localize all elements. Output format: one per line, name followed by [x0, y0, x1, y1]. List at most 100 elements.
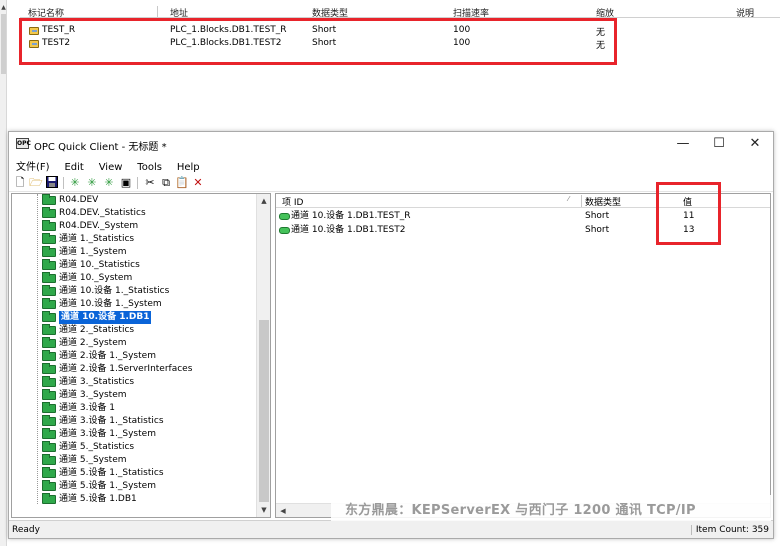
new-group-icon[interactable]: ✳	[85, 176, 99, 190]
folder-icon	[42, 246, 56, 257]
tag-list-scrollbar[interactable]: ▲	[0, 0, 7, 546]
watermark-caption: 东方鼎晨：KEPServerEX 与西门子 1200 通讯 TCP/IP	[331, 495, 771, 521]
tree-item-label: 通道 1._Statistics	[59, 234, 135, 244]
highlight-box-values	[656, 182, 721, 245]
scroll-thumb[interactable]	[259, 320, 269, 502]
folder-icon	[42, 194, 56, 205]
properties-icon[interactable]: ▣	[119, 176, 133, 190]
menu-edit[interactable]: Edit	[64, 162, 83, 173]
folder-icon	[42, 272, 56, 283]
new-item-icon[interactable]: ✳	[102, 176, 116, 190]
minimize-button[interactable]: —	[665, 134, 701, 154]
save-icon[interactable]	[45, 176, 59, 190]
tree-item-label: 通道 10.设备 1._Statistics	[59, 286, 170, 296]
cut-icon[interactable]: ✂	[143, 176, 157, 190]
tree-item-label: 通道 5.设备 1._System	[59, 481, 156, 491]
tree-vertical-scrollbar[interactable]: ▲ ▼	[256, 194, 270, 517]
folder-icon	[42, 298, 56, 309]
toolbar-separator	[63, 177, 64, 189]
scroll-up-arrow-icon[interactable]: ▲	[257, 194, 270, 208]
folder-icon	[42, 207, 56, 218]
item-count: Item Count: 359	[690, 525, 769, 535]
tree-item-label: 通道 3._System	[59, 390, 127, 400]
tree-item-label: 通道 2._Statistics	[59, 325, 135, 335]
folder-icon	[42, 259, 56, 270]
column-header-data-type[interactable]: 数据类型	[585, 195, 621, 208]
scroll-left-arrow-icon[interactable]: ◀	[276, 504, 290, 517]
folder-icon	[42, 480, 56, 491]
tree-item-label: 通道 10._System	[59, 273, 133, 283]
close-button[interactable]: ✕	[737, 134, 773, 154]
menu-bar: 文件(F) Edit View Tools Help	[9, 156, 773, 174]
item-id: 通道 10.设备 1.DB1.TEST_R	[291, 211, 411, 221]
folder-icon	[42, 311, 56, 322]
maximize-button[interactable]: ☐	[701, 134, 737, 154]
server-tree[interactable]: R04.DEV R04.DEV._Statistics R04.DEV._Syste…	[11, 193, 271, 518]
open-icon[interactable]: 🗁	[29, 176, 43, 190]
column-divider	[157, 6, 158, 17]
tree-item-label: 通道 3.设备 1._Statistics	[59, 416, 164, 426]
folder-icon	[42, 415, 56, 426]
item-data-type: Short	[585, 211, 610, 221]
tree-item-label: R04.DEV._Statistics	[59, 208, 146, 218]
tree-item-label: 通道 3._Statistics	[59, 377, 135, 387]
folder-icon	[42, 389, 56, 400]
highlight-box-tags	[19, 18, 617, 65]
folder-icon	[42, 441, 56, 452]
tree-connector-line	[37, 194, 38, 504]
menu-view[interactable]: View	[99, 162, 123, 173]
tree-item-label: 通道 5.设备 1._Statistics	[59, 468, 164, 478]
opc-app-icon: OPC	[16, 138, 31, 149]
status-text: Ready	[12, 525, 40, 535]
folder-icon	[42, 337, 56, 348]
window-title: OPC Quick Client - 无标题 *	[34, 142, 167, 153]
folder-icon	[42, 428, 56, 439]
tree-item-label: 通道 3.设备 1._System	[59, 429, 156, 439]
new-server-icon[interactable]: ✳	[68, 176, 82, 190]
tree-item-label: 通道 2.设备 1._System	[59, 351, 156, 361]
folder-icon	[42, 233, 56, 244]
tree-item-label: R04.DEV	[59, 195, 99, 205]
tree-item-label: 通道 5._System	[59, 455, 127, 465]
new-icon[interactable]: 🗋	[13, 176, 27, 190]
folder-icon	[42, 220, 56, 231]
column-header-description[interactable]: 说明	[736, 6, 754, 19]
folder-icon	[42, 363, 56, 374]
scroll-down-arrow-icon[interactable]: ▼	[257, 503, 270, 517]
tree-item-label: 通道 3.设备 1	[59, 403, 116, 413]
delete-icon[interactable]: ✕	[191, 176, 205, 190]
menu-help[interactable]: Help	[177, 162, 200, 173]
tree-item-label: 通道 1._System	[59, 247, 127, 257]
folder-icon	[42, 285, 56, 296]
scroll-up-arrow-icon[interactable]: ▲	[0, 4, 7, 11]
folder-icon	[42, 350, 56, 361]
title-bar[interactable]: OPC OPC Quick Client - 无标题 * — ☐ ✕	[9, 132, 773, 156]
tree-item-label: 通道 2.设备 1.ServerInterfaces	[59, 364, 193, 374]
paste-icon[interactable]: 📋	[175, 176, 189, 190]
folder-icon	[42, 376, 56, 387]
column-header-item-id[interactable]: 项 ID	[282, 195, 303, 208]
item-status-icon	[279, 227, 290, 234]
folder-icon	[42, 324, 56, 335]
menu-tools[interactable]: Tools	[137, 162, 162, 173]
item-id: 通道 10.设备 1.DB1.TEST2	[291, 225, 406, 235]
tree-item-label: 通道 10.设备 1.DB1	[59, 311, 152, 324]
toolbar-separator	[137, 177, 138, 189]
tree-item-label: 通道 2._System	[59, 338, 127, 348]
item-data-type: Short	[585, 225, 610, 235]
scroll-thumb[interactable]	[1, 14, 6, 74]
status-bar: Ready Item Count: 359	[9, 520, 773, 538]
folder-icon	[42, 402, 56, 413]
tree-item-label: 通道 10.设备 1._System	[59, 299, 162, 309]
tree-item-label: 通道 5._Statistics	[59, 442, 135, 452]
sort-indicator-icon: ⁄	[568, 195, 570, 203]
column-divider[interactable]	[581, 195, 582, 207]
menu-file[interactable]: 文件(F)	[16, 158, 50, 173]
folder-icon	[42, 454, 56, 465]
tag-list-header: 标记名称 地址 数据类型 扫描速率 缩放 说明	[20, 5, 780, 19]
watermark-text: 东方鼎晨：KEPServerEX 与西门子 1200 通讯 TCP/IP	[345, 503, 696, 518]
copy-icon[interactable]: ⧉	[159, 176, 173, 190]
tree-item-label: R04.DEV._System	[59, 221, 139, 231]
folder-icon	[42, 493, 56, 504]
folder-icon	[42, 467, 56, 478]
